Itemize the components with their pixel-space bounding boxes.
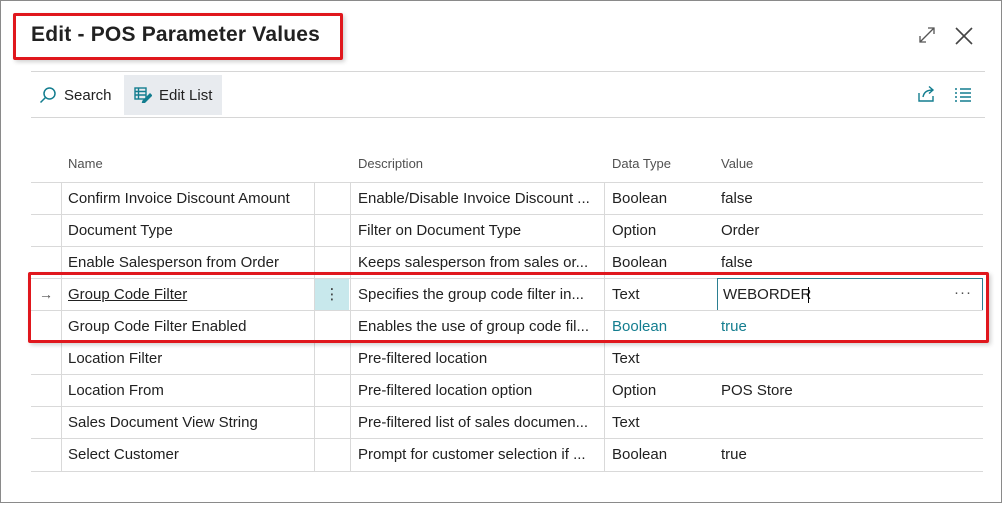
row-value[interactable] bbox=[721, 343, 983, 375]
row-description: Pre-filtered location option bbox=[358, 382, 533, 399]
edit-list-icon bbox=[134, 87, 152, 103]
table-row[interactable]: Confirm Invoice Discount Amount Enable/D… bbox=[31, 182, 983, 215]
row-description: Prompt for customer selection if ... bbox=[358, 446, 586, 463]
search-icon bbox=[39, 86, 57, 104]
column-header-value[interactable]: Value bbox=[721, 156, 753, 171]
rows-highlight-box bbox=[28, 272, 989, 343]
share-icon[interactable] bbox=[917, 85, 937, 108]
column-header-data-type[interactable]: Data Type bbox=[612, 156, 671, 171]
edit-list-label: Edit List bbox=[159, 86, 213, 104]
row-data-type: Text bbox=[612, 350, 640, 367]
edit-dialog: Edit - POS Parameter Values Search Edit … bbox=[0, 0, 1002, 503]
row-value[interactable]: true bbox=[721, 439, 983, 471]
list-view-icon[interactable] bbox=[954, 87, 972, 108]
row-data-type: Option bbox=[612, 222, 657, 239]
title-separator bbox=[31, 71, 985, 72]
close-icon[interactable] bbox=[953, 25, 975, 47]
table-row[interactable]: Location From Pre-filtered location opti… bbox=[31, 374, 983, 407]
table-row[interactable]: Document Type Filter on Document Type Op… bbox=[31, 214, 983, 247]
toolbar-separator bbox=[31, 117, 985, 118]
table-row[interactable]: Sales Document View String Pre-filtered … bbox=[31, 406, 983, 439]
row-name[interactable]: Confirm Invoice Discount Amount bbox=[68, 183, 312, 215]
row-data-type: Boolean bbox=[612, 446, 668, 463]
row-data-type: Boolean bbox=[612, 190, 668, 207]
row-value[interactable]: false bbox=[721, 183, 983, 215]
column-header-name[interactable]: Name bbox=[68, 156, 103, 171]
row-description: Filter on Document Type bbox=[358, 222, 522, 239]
row-name[interactable]: Location From bbox=[68, 375, 312, 407]
row-name[interactable]: Location Filter bbox=[68, 343, 312, 375]
row-data-type: Option bbox=[612, 382, 657, 399]
row-name[interactable]: Sales Document View String bbox=[68, 407, 312, 439]
row-name[interactable]: Document Type bbox=[68, 215, 312, 247]
search-label: Search bbox=[64, 86, 112, 104]
row-value[interactable]: POS Store bbox=[721, 375, 983, 407]
row-name[interactable]: Select Customer bbox=[68, 439, 312, 471]
column-header-description[interactable]: Description bbox=[358, 156, 423, 171]
row-description: Pre-filtered location bbox=[358, 350, 488, 367]
row-value[interactable] bbox=[721, 407, 983, 439]
row-description: Pre-filtered list of sales documen... bbox=[358, 414, 589, 431]
edit-list-button[interactable]: Edit List bbox=[124, 75, 222, 115]
title-highlight-box bbox=[13, 13, 343, 60]
row-data-type: Text bbox=[612, 414, 640, 431]
row-description: Enable/Disable Invoice Discount ... bbox=[358, 190, 590, 207]
table-row[interactable]: Location Filter Pre-filtered location Te… bbox=[31, 342, 983, 375]
expand-icon[interactable] bbox=[917, 25, 937, 45]
row-value[interactable]: Order bbox=[721, 215, 983, 247]
search-button[interactable]: Search bbox=[31, 75, 123, 115]
table-row[interactable]: Select Customer Prompt for customer sele… bbox=[31, 438, 983, 472]
